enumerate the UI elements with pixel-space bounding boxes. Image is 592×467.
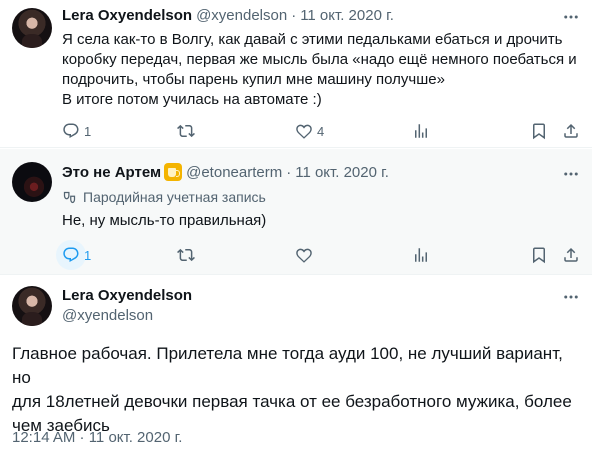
reply-icon [63,247,79,263]
like-icon [296,248,312,263]
tweet-text: Главное рабочая. Прилетела мне тогда ауд… [12,344,572,435]
beer-emoji-icon [164,163,183,183]
avatar[interactable] [12,8,52,48]
like-count: 4 [317,123,325,139]
tweet-artem[interactable]: Это не Артем @etonearterm · 11 окт. 2020… [0,149,592,275]
retweet-icon [177,248,195,262]
reply-button[interactable]: 1 [62,119,91,143]
author-handle[interactable]: @etonearterm [186,163,282,183]
tweet-timestamp[interactable]: 12:14 AM · 11 окт. 2020 г. [12,429,182,446]
bookmark-icon [533,247,545,264]
views-icon [415,124,427,138]
views-icon [415,248,427,262]
separator: · [286,164,292,181]
share-button[interactable] [562,243,580,267]
tweet-text: Я села как-то в Волгу, как давай с этими… [62,31,577,108]
more-icon[interactable] [562,8,580,26]
tweet-text: Не, ну мысль-то правильная) [62,212,267,229]
like-icon [296,124,312,139]
reply-icon [63,123,79,139]
tweet-main: Lera Oxyendelson @xyendelson Главное раб… [0,276,592,467]
avatar[interactable] [12,162,52,202]
more-icon[interactable] [562,165,580,183]
reply-count: 1 [84,247,92,263]
share-button[interactable] [562,119,580,143]
parody-mask-icon [63,191,76,203]
author-name[interactable]: Lera Oxyendelson [62,286,192,306]
separator: · [291,7,297,24]
like-button[interactable]: 4 [295,119,324,143]
retweet-button[interactable] [177,119,195,143]
author-handle[interactable]: @xyendelson [196,6,287,26]
like-button[interactable] [295,243,313,267]
tweet-date[interactable]: 11 окт. 2020 г. [295,163,389,183]
tweet-lera-1[interactable]: Lera Oxyendelson @xyendelson · 11 окт. 2… [0,0,592,148]
reply-button[interactable]: 1 [56,240,92,270]
views-button[interactable] [412,243,430,267]
views-button[interactable] [412,119,430,143]
author-name[interactable]: Lera Oxyendelson [62,6,192,26]
more-icon[interactable] [562,288,580,306]
author-handle[interactable]: @xyendelson [62,306,153,326]
bookmark-button[interactable] [530,119,548,143]
bookmark-button[interactable] [530,243,548,267]
share-icon [564,247,578,262]
retweet-icon [177,124,195,138]
parody-label: Пародийная учетная запись [62,189,266,205]
bookmark-icon [533,123,545,140]
avatar[interactable] [12,286,52,326]
reply-count: 1 [84,123,92,139]
parody-text: Пародийная учетная запись [83,189,266,205]
author-name[interactable]: Это не Артем [62,163,161,183]
tweet-date[interactable]: 11 окт. 2020 г. [300,6,394,26]
share-icon [564,123,578,138]
retweet-button[interactable] [177,243,195,267]
